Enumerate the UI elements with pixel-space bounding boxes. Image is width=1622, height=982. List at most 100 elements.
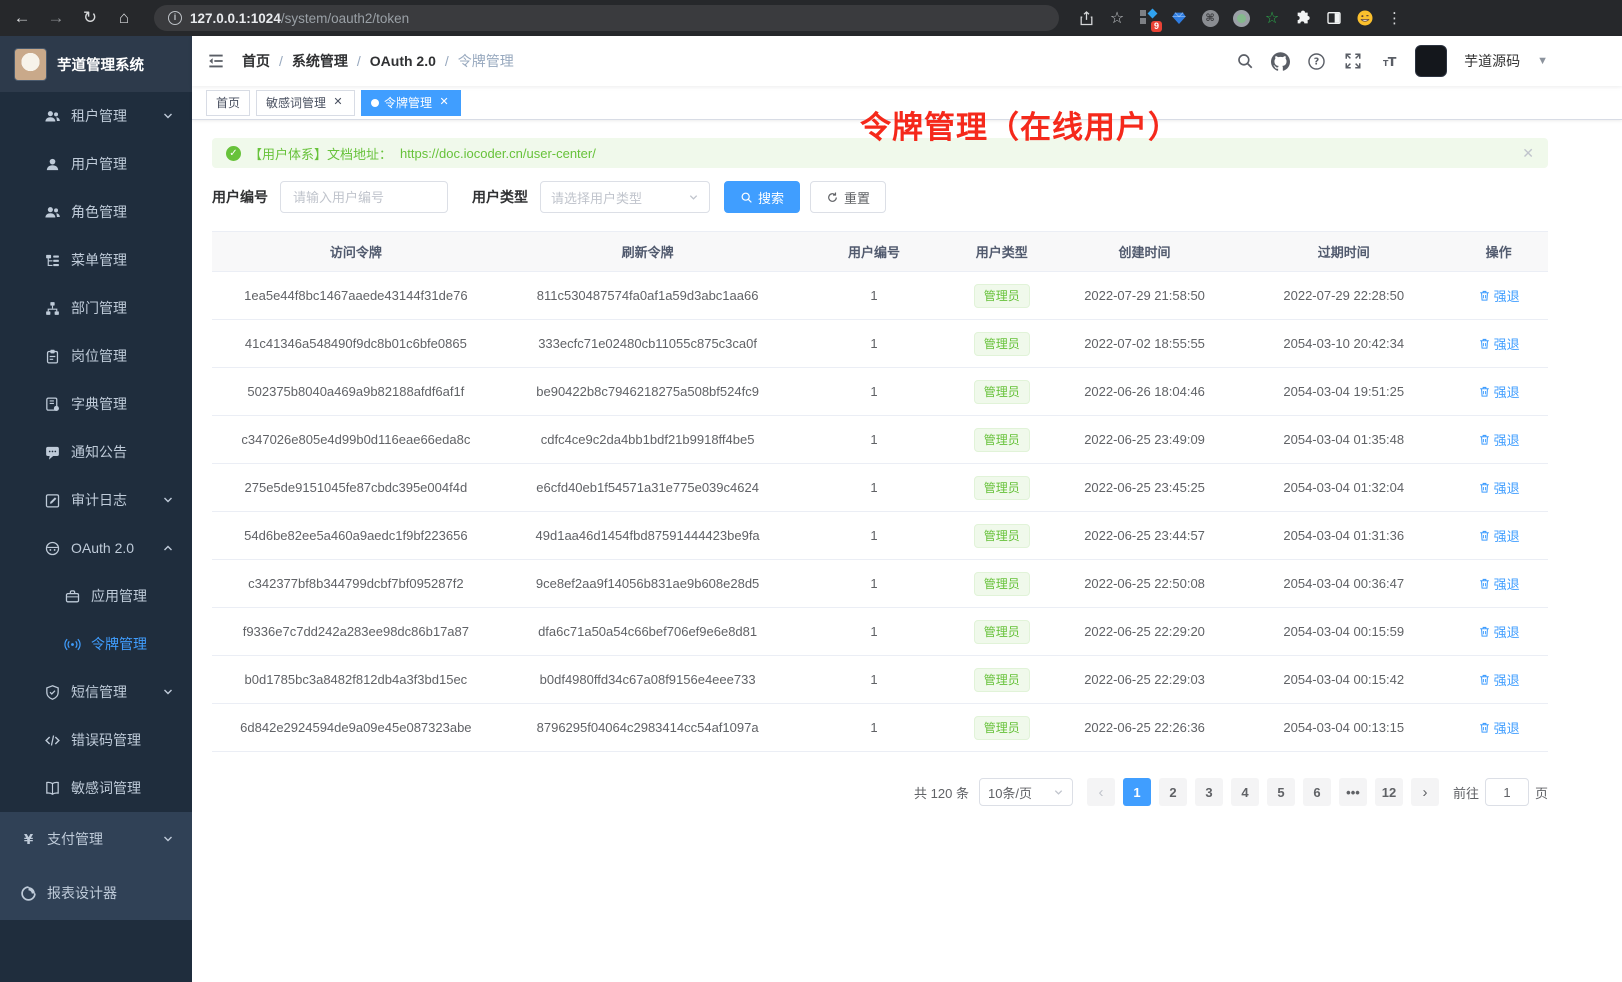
github-icon[interactable] — [1271, 52, 1290, 71]
user-id-cell: 1 — [795, 272, 952, 320]
site-info-icon[interactable]: i — [168, 11, 182, 25]
sidebar-item-label: 角色管理 — [71, 202, 127, 222]
tab-close-icon[interactable]: ✕ — [331, 96, 345, 110]
browser-forward-icon[interactable]: → — [44, 8, 68, 28]
sidebar-item[interactable]: 部门管理 — [0, 284, 192, 332]
tab-active[interactable]: 令牌管理✕ — [361, 90, 461, 116]
tab-item[interactable]: 首页 — [206, 90, 250, 116]
user-id-input[interactable] — [280, 181, 448, 213]
breadcrumb-item[interactable]: 首页 — [242, 51, 270, 71]
menu-icon — [44, 252, 61, 269]
force-logout-button[interactable]: 强退 — [1478, 670, 1520, 689]
sidebar-item[interactable]: 菜单管理 — [0, 236, 192, 284]
force-logout-button[interactable]: 强退 — [1478, 286, 1520, 305]
refresh-token-cell: dfa6c71a50a54c66bef706ef9e6e8d81 — [500, 608, 796, 656]
share-icon[interactable] — [1077, 9, 1095, 27]
help-icon[interactable] — [1307, 52, 1326, 71]
report-icon — [20, 885, 37, 902]
user-type-cell: 管理员 — [952, 512, 1051, 560]
record-extension-icon[interactable] — [1232, 9, 1250, 27]
access-token-cell: c342377bf8b344799dcbf7bf095287f2 — [212, 560, 500, 608]
browser-back-icon[interactable]: ← — [10, 8, 34, 28]
gem-extension-icon[interactable] — [1170, 9, 1188, 27]
breadcrumb-item[interactable]: OAuth 2.0 — [370, 53, 436, 69]
star-extension-icon[interactable]: ☆ — [1263, 9, 1281, 27]
force-logout-button[interactable]: 强退 — [1478, 478, 1520, 497]
sidebar-item-label: 用户管理 — [71, 154, 127, 174]
force-logout-button[interactable]: 强退 — [1478, 526, 1520, 545]
profile-avatar-icon[interactable] — [1356, 9, 1374, 27]
page-button[interactable]: 3 — [1195, 778, 1223, 806]
force-logout-button[interactable]: 强退 — [1478, 718, 1520, 737]
refresh-token-cell: 8796295f04064c2983414cc54af1097a — [500, 704, 796, 752]
sidebar-item-label: 错误码管理 — [71, 730, 141, 750]
sidebar-item[interactable]: 令牌管理 — [0, 620, 192, 668]
extension-grid-icon[interactable]: 9 — [1139, 9, 1157, 27]
breadcrumb-separator: / — [279, 53, 283, 69]
created-time-cell: 2022-07-02 18:55:55 — [1051, 320, 1238, 368]
page-button[interactable]: 1 — [1123, 778, 1151, 806]
force-logout-button[interactable]: 强退 — [1478, 382, 1520, 401]
tab-close-icon[interactable]: ✕ — [437, 96, 451, 110]
sidebar-item[interactable]: 用户管理 — [0, 140, 192, 188]
force-logout-button[interactable]: 强退 — [1478, 430, 1520, 449]
user-avatar[interactable] — [1415, 45, 1447, 77]
more-pages-button[interactable]: ••• — [1339, 778, 1367, 806]
page-button[interactable]: 6 — [1303, 778, 1331, 806]
force-logout-button[interactable]: 强退 — [1478, 574, 1520, 593]
app-title: 芋道管理系统 — [57, 54, 144, 75]
sidebar-item[interactable]: 审计日志 — [0, 476, 192, 524]
browser-reload-icon[interactable]: ↻ — [78, 8, 102, 28]
browser-home-icon[interactable]: ⌂ — [112, 8, 136, 28]
sidebar-item[interactable]: 错误码管理 — [0, 716, 192, 764]
user-menu-caret-icon[interactable]: ▼ — [1537, 55, 1548, 67]
force-logout-button[interactable]: 强退 — [1478, 334, 1520, 353]
sidebar-item[interactable]: 支付管理 — [0, 812, 192, 866]
font-size-icon[interactable] — [1379, 52, 1398, 71]
bookmark-star-icon[interactable]: ☆ — [1108, 9, 1126, 27]
page-button[interactable]: 5 — [1267, 778, 1295, 806]
browser-menu-icon[interactable]: ⋮ — [1387, 9, 1402, 27]
trash-icon — [1478, 433, 1491, 446]
alert-close-icon[interactable]: ✕ — [1522, 145, 1534, 162]
search-button[interactable]: 搜索 — [724, 181, 800, 213]
breadcrumb-item[interactable]: 系统管理 — [292, 51, 348, 71]
force-logout-label: 强退 — [1494, 718, 1520, 737]
goto-page-input[interactable] — [1485, 778, 1529, 806]
force-logout-button[interactable]: 强退 — [1478, 622, 1520, 641]
trash-icon — [1478, 529, 1491, 542]
reset-button[interactable]: 重置 — [810, 181, 886, 213]
page-button[interactable]: 2 — [1159, 778, 1187, 806]
prev-page-button[interactable]: ‹ — [1087, 778, 1115, 806]
page-size-select[interactable]: 10条/页 — [979, 778, 1073, 806]
alert-doc-link[interactable]: https://doc.iocoder.cn/user-center/ — [400, 146, 596, 161]
puzzle-extensions-icon[interactable] — [1294, 9, 1312, 27]
search-icon[interactable] — [1235, 52, 1254, 71]
dict-icon — [44, 396, 61, 413]
sidebar-item[interactable]: 应用管理 — [0, 572, 192, 620]
split-screen-icon[interactable] — [1325, 9, 1343, 27]
sidebar-item[interactable]: 敏感词管理 — [0, 764, 192, 812]
hamburger-icon[interactable] — [206, 51, 226, 71]
tab-item[interactable]: 敏感词管理✕ — [256, 90, 355, 116]
sidebar-item[interactable]: 租户管理 — [0, 92, 192, 140]
fullscreen-icon[interactable] — [1343, 52, 1362, 71]
user-type-select[interactable]: 请选择用户类型 — [540, 181, 710, 213]
command-extension-icon[interactable]: ⌘ — [1201, 9, 1219, 27]
sidebar-item[interactable]: 通知公告 — [0, 428, 192, 476]
page-button[interactable]: 4 — [1231, 778, 1259, 806]
next-page-button[interactable]: › — [1411, 778, 1439, 806]
trash-icon — [1478, 481, 1491, 494]
app-logo[interactable]: 芋道管理系统 — [0, 36, 192, 92]
trash-icon — [1478, 289, 1491, 302]
sidebar-item[interactable]: 岗位管理 — [0, 332, 192, 380]
sidebar-item[interactable]: 角色管理 — [0, 188, 192, 236]
user-id-cell: 1 — [795, 368, 952, 416]
sidebar-item[interactable]: OAuth 2.0 — [0, 524, 192, 572]
address-bar[interactable]: i 127.0.0.1:1024/system/oauth2/token — [154, 5, 1059, 31]
sidebar-item[interactable]: 短信管理 — [0, 668, 192, 716]
page-button[interactable]: 12 — [1375, 778, 1403, 806]
sidebar-item[interactable]: 字典管理 — [0, 380, 192, 428]
robot-icon — [44, 540, 61, 557]
sidebar-item[interactable]: 报表设计器 — [0, 866, 192, 920]
